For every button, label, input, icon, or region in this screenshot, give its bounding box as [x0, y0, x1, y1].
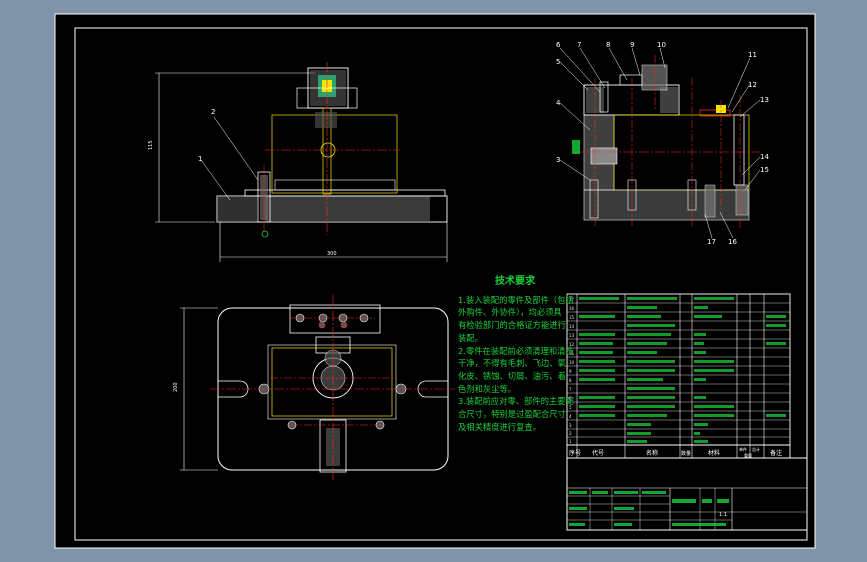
- technical-requirements: 技术要求 1.装入装配的零件及部件（包括 外购件、外协件），均必须具 有检验部门…: [458, 276, 574, 433]
- bom-header-no: 序号: [569, 449, 581, 457]
- callout-14: 14: [760, 153, 769, 161]
- bom-header-name: 名称: [646, 449, 658, 457]
- tech-req-line: 干净，不得有毛刺、飞边、氧: [458, 358, 566, 369]
- bom-header-qty: 数量: [681, 450, 691, 457]
- callout-7: 7: [577, 41, 581, 49]
- callout-16: 16: [728, 238, 737, 246]
- bom-header-weight: 重量: [744, 452, 752, 458]
- callout-6: 6: [556, 41, 561, 49]
- callout-11: 11: [748, 51, 757, 59]
- tech-req-line: 有检验部门的合格证方能进行: [458, 320, 566, 331]
- cad-drawing-canvas: 115 300 2 1 6 7 8 9 10 5 4 3 11 12 13 14…: [0, 0, 867, 562]
- svg-text:13: 13: [569, 333, 575, 338]
- callout-8: 8: [606, 41, 610, 49]
- tech-req-line: 3.装配前应对零、部件的主要配: [458, 396, 574, 407]
- height-dimension: 115: [148, 140, 154, 150]
- svg-text:14: 14: [569, 324, 575, 329]
- bom-header-remark: 备注: [770, 449, 782, 457]
- callout-3: 3: [556, 156, 560, 164]
- scale-value: 1:1: [719, 512, 727, 518]
- tech-req-line: 化皮、锈蚀、切屑、油污、着: [458, 370, 566, 381]
- tech-req-title: 技术要求: [495, 276, 535, 287]
- drawing-sheet: [54, 13, 816, 549]
- svg-text:10: 10: [569, 360, 575, 365]
- tech-req-line: 外购件、外协件），均必须具: [458, 307, 562, 318]
- callout-17: 17: [707, 238, 716, 246]
- bom-header-code: 代号: [592, 449, 604, 457]
- tech-req-line: 2.零件在装配前必须清理和清洗: [458, 345, 574, 356]
- tech-req-line: 及相关精度进行复查。: [458, 421, 541, 432]
- callout-5: 5: [556, 58, 560, 66]
- callout-2-front: 2: [211, 108, 215, 116]
- bom-header-total-weight: 总计: [752, 446, 760, 452]
- tech-req-line: 合尺寸，特别是过盈配合尺寸: [458, 409, 566, 420]
- callout-1-front: 1: [198, 155, 202, 163]
- tech-req-line: 色剂和灰尘等。: [458, 383, 517, 394]
- callout-12: 12: [748, 81, 757, 89]
- width-dimension: 300: [327, 251, 337, 257]
- svg-text:15: 15: [569, 315, 575, 320]
- tech-req-line: 1.装入装配的零件及部件（包括: [458, 294, 574, 305]
- bom-header-unit-weight: 单件: [739, 446, 747, 452]
- callout-4: 4: [556, 99, 561, 107]
- callout-13: 13: [760, 96, 769, 104]
- svg-text:16: 16: [569, 306, 575, 311]
- bom-header-material: 材料: [708, 449, 720, 457]
- tech-req-line: 装配。: [458, 332, 483, 343]
- callout-10: 10: [657, 41, 666, 49]
- callout-9: 9: [630, 41, 634, 49]
- callout-15: 15: [760, 166, 769, 174]
- plan-height-dimension: 200: [173, 382, 179, 392]
